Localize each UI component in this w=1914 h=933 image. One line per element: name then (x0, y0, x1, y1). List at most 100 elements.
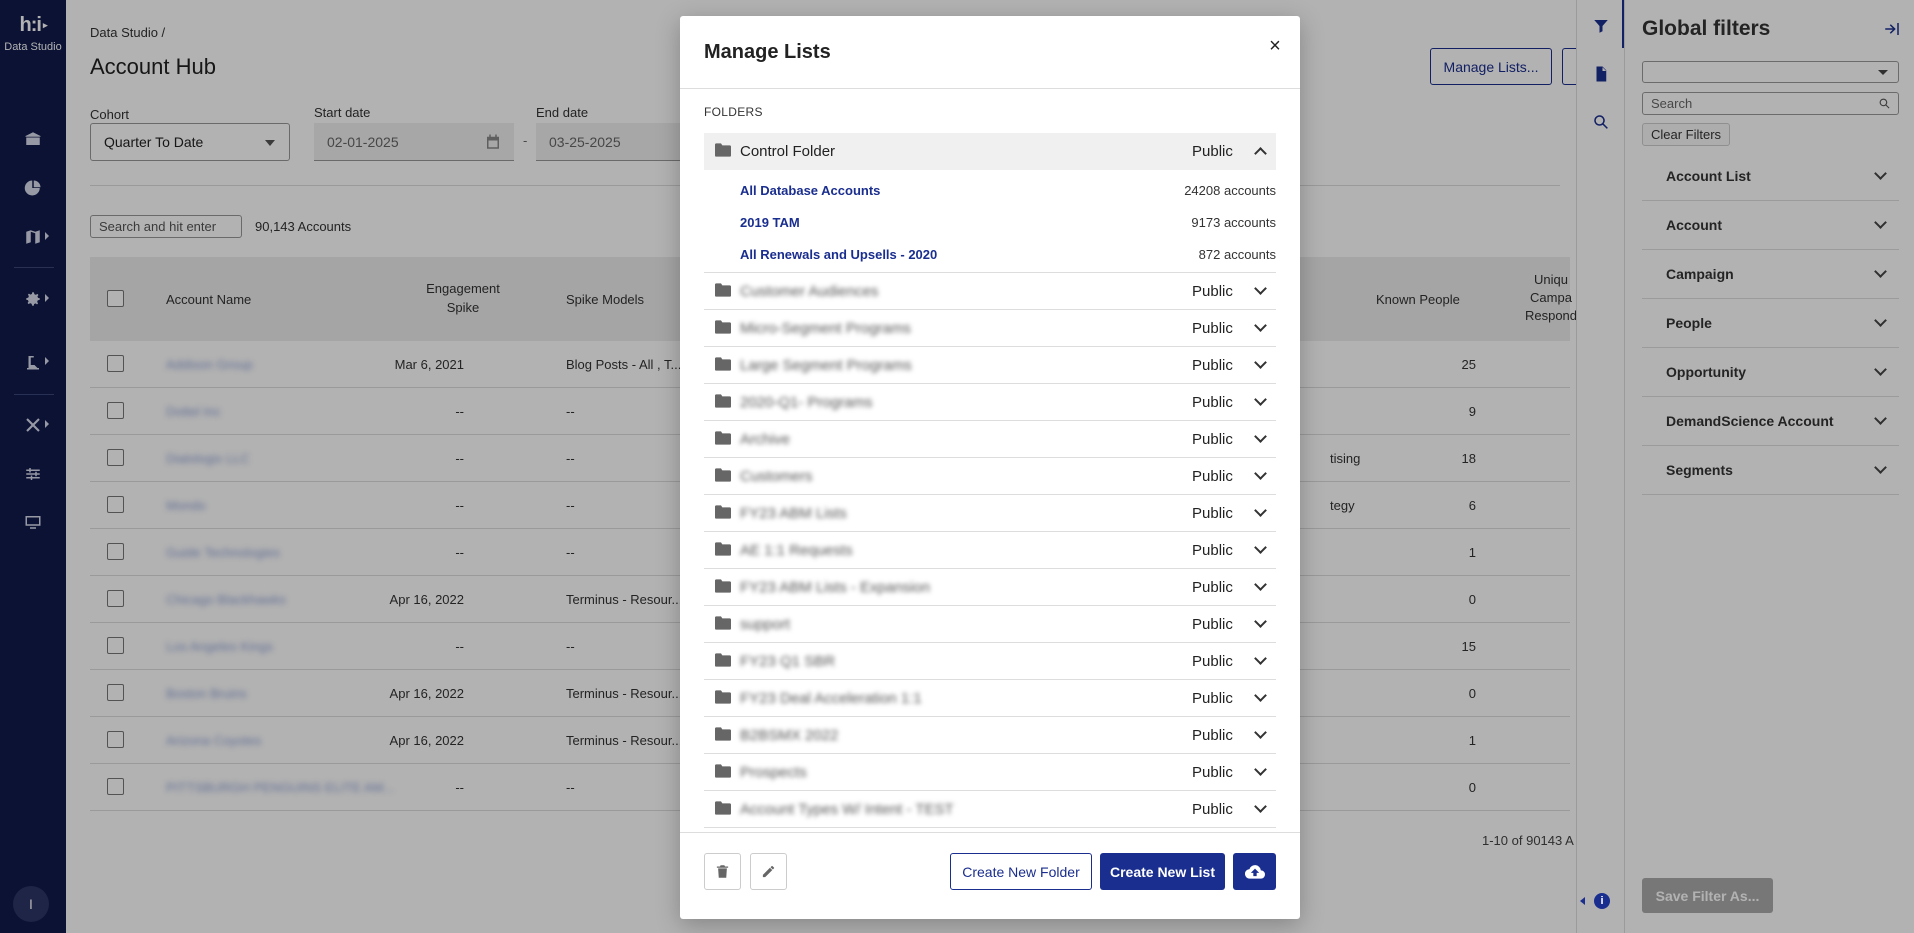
chevron-down-icon[interactable] (1254, 393, 1267, 406)
filter-category-label: People (1666, 315, 1712, 331)
chevron-down-icon (1874, 216, 1887, 229)
folder-row[interactable]: Micro-Segment Programs Public (704, 310, 1276, 347)
chevron-down-icon[interactable] (1254, 800, 1267, 813)
clear-filters-button[interactable]: Clear Filters (1642, 123, 1730, 146)
list-item[interactable]: 2019 TAM 9173 accounts (704, 206, 1276, 238)
folder-icon (715, 357, 731, 371)
list-name-link[interactable]: 2019 TAM (740, 215, 800, 230)
folder-row[interactable]: Account Types W/ Intent - TEST Public (704, 791, 1276, 828)
filter-category[interactable]: DemandScience Account (1642, 397, 1899, 446)
chevron-down-icon[interactable] (1254, 615, 1267, 628)
list-item[interactable]: All Renewals and Upsells - 2020 872 accou… (704, 238, 1276, 270)
global-filters-title: Global filters (1642, 17, 1771, 40)
folder-icon (715, 542, 731, 556)
chevron-down-icon[interactable] (1254, 467, 1267, 480)
filter-icon[interactable] (1577, 13, 1625, 39)
chevron-down-icon[interactable] (1254, 282, 1267, 295)
folder-row[interactable]: Large Segment Programs Public (704, 347, 1276, 384)
filter-category[interactable]: Opportunity (1642, 348, 1899, 397)
save-filter-button[interactable]: Save Filter As... (1642, 878, 1773, 913)
folder-row[interactable]: AE 1:1 Requests Public (704, 532, 1276, 569)
folder-icon (715, 320, 731, 334)
list-item[interactable]: All Database Accounts 24208 accounts (704, 174, 1276, 206)
folder-row[interactable]: FY23 Q1 SBR Public (704, 643, 1276, 680)
folder-icon (715, 727, 731, 741)
chevron-down-icon[interactable] (1254, 578, 1267, 591)
chevron-down-icon[interactable] (1254, 689, 1267, 702)
folder-icon (715, 431, 731, 445)
folder-name: Control Folder (740, 143, 836, 160)
folder-name: FY23 ABM Lists (740, 505, 847, 522)
chevron-down-icon[interactable] (1254, 541, 1267, 554)
folder-row[interactable]: Prospects Public (704, 754, 1276, 791)
folder-name: Micro-Segment Programs (740, 320, 911, 337)
filter-category-label: Opportunity (1666, 364, 1747, 380)
chevron-down-icon[interactable] (1254, 356, 1267, 369)
create-new-folder-button[interactable]: Create New Folder (950, 853, 1092, 890)
filter-search-input[interactable]: Search (1642, 92, 1899, 115)
expand-caret-icon[interactable] (1580, 897, 1585, 905)
folder-name: AE 1:1 Requests (740, 542, 853, 559)
folder-visibility: Public (1192, 431, 1233, 448)
filter-preset-select[interactable] (1642, 61, 1899, 83)
document-icon[interactable] (1577, 61, 1625, 87)
folder-row-control-folder[interactable]: Control Folder Public (704, 133, 1276, 170)
folder-row[interactable]: Customer Audiences Public (704, 273, 1276, 310)
filter-category[interactable]: Account List (1642, 152, 1899, 201)
folder-name: B2BSMX 2022 (740, 727, 839, 744)
divider (680, 88, 1300, 89)
filter-category[interactable]: Account (1642, 201, 1899, 250)
list-name-link[interactable]: All Database Accounts (740, 183, 880, 198)
folder-icon (715, 690, 731, 704)
folder-visibility: Public (1192, 542, 1233, 559)
folder-row[interactable]: 2020-Q1- Programs Public (704, 384, 1276, 421)
folder-icon (715, 143, 731, 157)
folder-row[interactable]: FY23 ABM Lists - Expansion Public (704, 569, 1276, 606)
divider (680, 832, 1300, 833)
folder-name: FY23 ABM Lists - Expansion (740, 579, 931, 596)
folder-row[interactable]: FY23 Deal Acceleration 1:1 Public (704, 680, 1276, 717)
folder-name: Prospects (740, 764, 807, 781)
folder-visibility: Public (1192, 764, 1233, 781)
filter-category[interactable]: People (1642, 299, 1899, 348)
modal-title: Manage Lists (704, 41, 831, 63)
search-icon[interactable] (1577, 109, 1625, 135)
search-icon (1879, 98, 1890, 109)
folder-icon (715, 653, 731, 667)
chevron-down-icon (1874, 167, 1887, 180)
chevron-down-icon (1874, 363, 1887, 376)
folder-row[interactable]: Archive Public (704, 421, 1276, 458)
filter-category[interactable]: Segments (1642, 446, 1899, 495)
chevron-down-icon[interactable] (1254, 504, 1267, 517)
folder-row[interactable]: FY23 ABM Lists Public (704, 495, 1276, 532)
chevron-down-icon[interactable] (1254, 726, 1267, 739)
info-icon[interactable]: i (1594, 893, 1610, 909)
chevron-up-icon[interactable] (1254, 147, 1267, 160)
folder-name: Archive (740, 431, 791, 448)
list-count: 9173 accounts (1191, 215, 1276, 230)
folder-row[interactable]: B2BSMX 2022 Public (704, 717, 1276, 754)
folder-name: support (740, 616, 791, 633)
chevron-down-icon[interactable] (1254, 763, 1267, 776)
edit-button[interactable] (750, 853, 787, 890)
chevron-down-icon[interactable] (1254, 430, 1267, 443)
create-new-list-button[interactable]: Create New List (1100, 853, 1225, 890)
pencil-icon (762, 865, 775, 878)
folder-visibility: Public (1192, 505, 1233, 522)
folder-visibility: Public (1192, 394, 1233, 411)
folder-visibility: Public (1192, 579, 1233, 596)
chevron-down-icon[interactable] (1254, 319, 1267, 332)
collapse-panel-icon[interactable] (1883, 20, 1901, 38)
folder-row[interactable]: Customers Public (704, 458, 1276, 495)
folder-visibility: Public (1192, 320, 1233, 337)
chevron-down-icon[interactable] (1254, 652, 1267, 665)
filter-category[interactable]: Campaign (1642, 250, 1899, 299)
upload-button[interactable] (1233, 853, 1276, 890)
folder-visibility: Public (1192, 727, 1233, 744)
folder-visibility: Public (1192, 283, 1233, 300)
delete-button[interactable] (704, 853, 741, 890)
close-icon[interactable]: × (1265, 35, 1285, 57)
folder-visibility: Public (1192, 357, 1233, 374)
folder-row[interactable]: support Public (704, 606, 1276, 643)
list-name-link[interactable]: All Renewals and Upsells - 2020 (740, 247, 937, 262)
